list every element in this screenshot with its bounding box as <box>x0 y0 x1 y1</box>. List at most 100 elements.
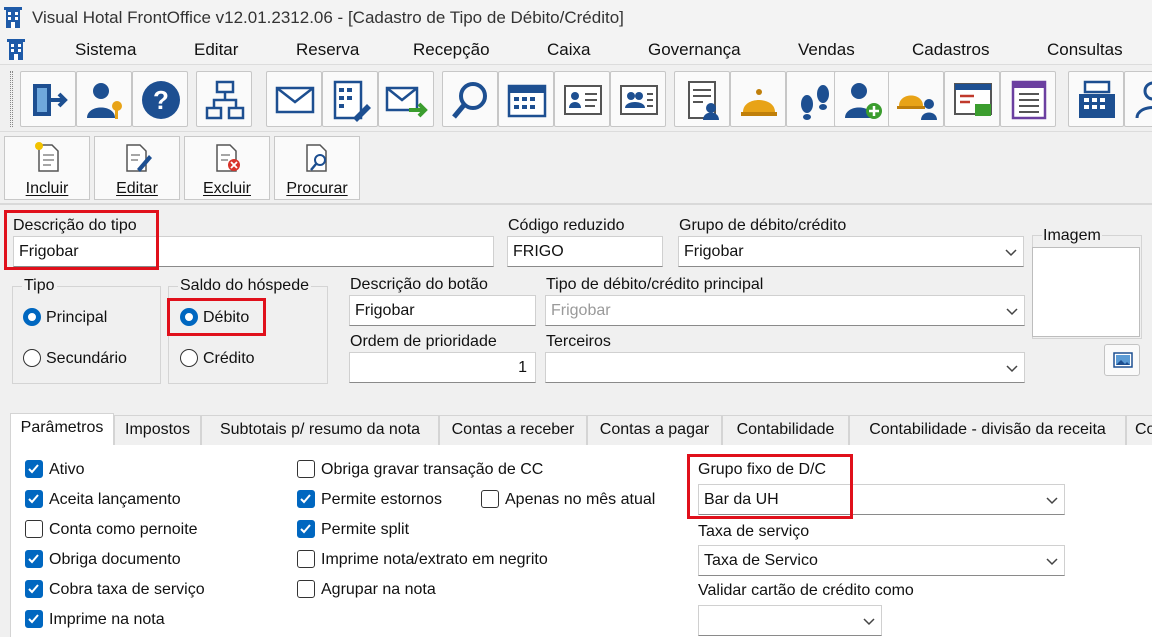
param-col2-checkbox-0[interactable] <box>297 460 315 478</box>
guest-list-button[interactable] <box>674 71 730 127</box>
tab-overflow[interactable]: Co <box>1126 415 1152 445</box>
list-button[interactable] <box>1000 71 1056 127</box>
cash-register-icon <box>1079 80 1115 118</box>
tab-contas-pagar[interactable]: Contas a pagar <box>587 415 722 445</box>
mail-button[interactable] <box>266 71 322 127</box>
apenas-mes-checkbox[interactable] <box>481 490 499 508</box>
guest-button[interactable] <box>1124 71 1152 127</box>
footsteps-icon <box>801 85 829 120</box>
org-chart-button[interactable] <box>196 71 252 127</box>
menu-vendas[interactable]: Vendas <box>798 40 855 60</box>
tab-contabilidade-divisao[interactable]: Contabilidade - divisão da receita <box>849 415 1126 445</box>
calculator-edit-icon <box>333 80 371 122</box>
param-col2-checkbox-label-0: Obriga gravar transação de CC <box>321 461 544 478</box>
org-chart-icon <box>205 80 245 120</box>
search-record-label: Procurar <box>286 180 348 197</box>
group-card-button[interactable] <box>610 71 666 127</box>
picture-icon <box>1113 352 1133 368</box>
menu-cadastros[interactable]: Cadastros <box>912 40 989 60</box>
calendar-button[interactable] <box>498 71 554 127</box>
param-col2-checkbox-label-1: Permite estornos <box>321 491 442 508</box>
tipo-principal-select-value: Frigobar <box>551 302 611 319</box>
mail-forward-button[interactable] <box>378 71 434 127</box>
chevron-down-icon <box>1006 308 1018 316</box>
tipo-secundario-label: Secundário <box>46 350 127 367</box>
delete-button[interactable]: Excluir <box>184 136 270 200</box>
exit-button[interactable] <box>20 71 76 127</box>
hotel-app-icon <box>4 7 22 28</box>
param-col2-checkbox-1[interactable] <box>297 490 315 508</box>
chevron-down-icon <box>1046 558 1058 566</box>
guest-card-icon <box>564 85 602 115</box>
menu-consultas[interactable]: Consultas <box>1047 40 1123 60</box>
edit-label: Editar <box>116 180 158 197</box>
chevron-down-icon <box>1006 365 1018 373</box>
tab-impostos[interactable]: Impostos <box>114 415 201 445</box>
menu-governanca[interactable]: Governança <box>648 40 741 60</box>
help-button[interactable]: ? <box>132 71 188 127</box>
bell-button[interactable] <box>730 71 786 127</box>
param-col1-checkbox-4[interactable] <box>25 580 43 598</box>
ordem-input[interactable]: 1 <box>349 352 536 383</box>
param-col2-checkbox-3[interactable] <box>297 550 315 568</box>
guest-card-button[interactable] <box>554 71 610 127</box>
codigo-input[interactable]: FRIGO <box>507 236 663 267</box>
imagem-button[interactable] <box>1104 344 1140 376</box>
tipo-principal-field-label: Tipo de débito/crédito principal <box>546 276 764 293</box>
saldo-credito-radio[interactable] <box>180 349 198 367</box>
add-user-button[interactable] <box>834 71 890 127</box>
tab-contas-receber[interactable]: Contas a receber <box>439 415 587 445</box>
guest-list-icon <box>688 81 719 120</box>
imagem-label: Imagem <box>1042 227 1102 245</box>
param-col1-checkbox-2[interactable] <box>25 520 43 538</box>
menu-reserva[interactable]: Reserva <box>296 40 359 60</box>
param-col1-checkbox-3[interactable] <box>25 550 43 568</box>
highlight-debito <box>167 298 266 336</box>
botao-label: Descrição do botão <box>350 276 488 293</box>
search-button[interactable] <box>442 71 498 127</box>
grupo-select[interactable]: Frigobar <box>678 236 1024 267</box>
terceiros-select[interactable] <box>545 352 1025 383</box>
include-label: Incluir <box>25 180 69 197</box>
param-col2-checkbox-4[interactable] <box>297 580 315 598</box>
grupo-select-value: Frigobar <box>684 243 744 260</box>
menu-editar[interactable]: Editar <box>194 40 238 60</box>
botao-input[interactable]: Frigobar <box>349 295 536 326</box>
tab-contabilidade[interactable]: Contabilidade <box>722 415 849 445</box>
include-button[interactable]: Incluir <box>4 136 90 200</box>
bell-guests-button[interactable] <box>888 71 944 127</box>
menu-recepcao[interactable]: Recepção <box>413 40 490 60</box>
svg-text:?: ? <box>153 85 169 115</box>
param-col1-checkbox-1[interactable] <box>25 490 43 508</box>
tab-subtotais[interactable]: Subtotais p/ resumo da nota <box>201 415 439 445</box>
cash-register-button[interactable] <box>1068 71 1124 127</box>
help-icon: ? <box>142 81 180 119</box>
tipo-label: Tipo <box>22 277 57 295</box>
menu-caixa[interactable]: Caixa <box>547 40 590 60</box>
search-record-button[interactable]: Procurar <box>274 136 360 200</box>
taxa-value: Taxa de Servico <box>704 552 818 569</box>
param-col1-checkbox-0[interactable] <box>25 460 43 478</box>
tipo-principal-select[interactable]: Frigobar <box>545 295 1025 326</box>
param-col1-checkbox-5[interactable] <box>25 610 43 628</box>
edit-button[interactable]: Editar <box>94 136 180 200</box>
param-col2-checkbox-2[interactable] <box>297 520 315 538</box>
toolbar-grip[interactable] <box>10 71 13 127</box>
menu-sistema[interactable]: Sistema <box>75 40 136 60</box>
tab-parametros[interactable]: Parâmetros <box>10 413 114 446</box>
saldo-label: Saldo do hóspede <box>178 277 311 295</box>
parametros-panel <box>10 445 1152 637</box>
tipo-secundario-radio[interactable] <box>23 349 41 367</box>
mail-forward-icon <box>385 86 428 118</box>
validar-select[interactable] <box>698 605 882 636</box>
param-col1-checkbox-label-5: Imprime na nota <box>49 611 165 628</box>
codigo-label: Código reduzido <box>508 217 625 234</box>
tipo-principal-radio[interactable] <box>23 308 41 326</box>
param-col2-checkbox-label-2: Permite split <box>321 521 410 538</box>
cash-register-report-button[interactable] <box>944 71 1000 127</box>
calculator-edit-button[interactable] <box>322 71 378 127</box>
user-key-button[interactable] <box>76 71 132 127</box>
hotel-system-menu-icon[interactable] <box>6 39 26 61</box>
param-col1-checkbox-label-4: Cobra taxa de serviço <box>49 581 205 598</box>
taxa-select[interactable]: Taxa de Servico <box>698 545 1065 576</box>
